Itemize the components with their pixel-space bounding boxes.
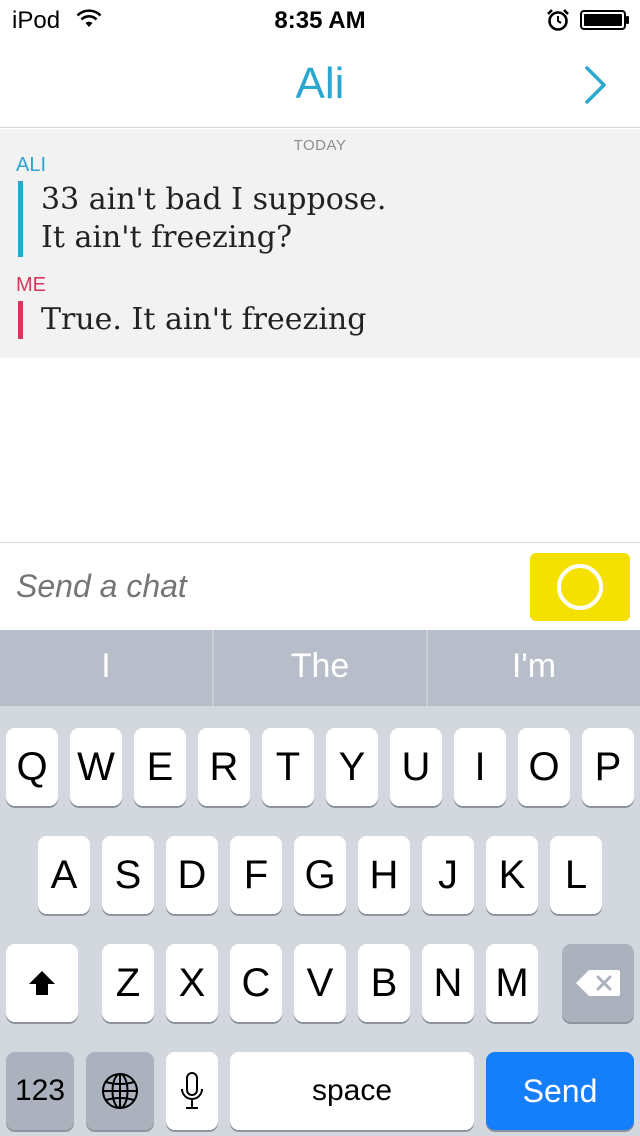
- key-x[interactable]: X: [166, 944, 218, 1022]
- key-j[interactable]: J: [422, 836, 474, 914]
- suggestion-3[interactable]: I'm: [426, 630, 640, 706]
- space-key[interactable]: space: [230, 1052, 474, 1130]
- message-line: It ain't freezing?: [41, 220, 293, 255]
- globe-key[interactable]: [86, 1052, 154, 1130]
- key-m[interactable]: M: [486, 944, 538, 1022]
- globe-icon: [102, 1073, 138, 1109]
- microphone-icon: [181, 1072, 203, 1109]
- message-from-ali[interactable]: 33 ain't bad I suppose. It ain't freezin…: [18, 181, 618, 257]
- key-d[interactable]: D: [166, 836, 218, 914]
- chevron-right-icon[interactable]: [582, 64, 610, 106]
- key-h[interactable]: H: [358, 836, 410, 914]
- key-s[interactable]: S: [102, 836, 154, 914]
- numbers-key[interactable]: 123: [6, 1052, 74, 1130]
- shift-icon: [29, 971, 55, 995]
- delete-key[interactable]: [562, 944, 634, 1022]
- composer-bar: [0, 542, 640, 630]
- key-y[interactable]: Y: [326, 728, 378, 806]
- message-from-me[interactable]: True. It ain't freezing: [18, 301, 618, 339]
- sender-label-ali: ALI: [16, 154, 47, 176]
- key-w[interactable]: W: [70, 728, 122, 806]
- key-f[interactable]: F: [230, 836, 282, 914]
- key-e[interactable]: E: [134, 728, 186, 806]
- key-k[interactable]: K: [486, 836, 538, 914]
- camera-circle-icon: [557, 564, 603, 610]
- camera-button[interactable]: [530, 553, 630, 621]
- key-c[interactable]: C: [230, 944, 282, 1022]
- chat-area: TODAY ALI 33 ain't bad I suppose. It ain…: [0, 129, 640, 358]
- key-l[interactable]: L: [550, 836, 602, 914]
- clock: 8:35 AM: [274, 7, 366, 34]
- nav-bar: Ali: [0, 40, 640, 128]
- key-t[interactable]: T: [262, 728, 314, 806]
- empty-chat-space: [0, 358, 640, 542]
- key-r[interactable]: R: [198, 728, 250, 806]
- key-u[interactable]: U: [390, 728, 442, 806]
- status-bar: iPod 8:35 AM: [0, 0, 640, 40]
- battery-icon: [580, 10, 629, 30]
- suggestion-2[interactable]: The: [212, 630, 426, 706]
- conversation-title[interactable]: Ali: [0, 58, 640, 110]
- key-q[interactable]: Q: [6, 728, 58, 806]
- alarm-icon: [547, 9, 569, 31]
- key-p[interactable]: P: [582, 728, 634, 806]
- send-key[interactable]: Send: [486, 1052, 634, 1130]
- sender-label-me: ME: [16, 274, 46, 296]
- suggestion-1[interactable]: I: [0, 630, 212, 706]
- key-z[interactable]: Z: [102, 944, 154, 1022]
- shift-key[interactable]: [6, 944, 78, 1022]
- backspace-icon: [576, 970, 620, 996]
- message-line: 33 ain't bad I suppose.: [41, 182, 387, 217]
- chat-input[interactable]: [16, 561, 506, 611]
- key-o[interactable]: O: [518, 728, 570, 806]
- key-n[interactable]: N: [422, 944, 474, 1022]
- key-i[interactable]: I: [454, 728, 506, 806]
- key-v[interactable]: V: [294, 944, 346, 1022]
- keyboard: Q W E R T Y U I O P A S D F G H J K L Z …: [0, 706, 640, 1136]
- predictive-text-bar: I The I'm: [0, 630, 640, 706]
- key-g[interactable]: G: [294, 836, 346, 914]
- key-b[interactable]: B: [358, 944, 410, 1022]
- message-line: True. It ain't freezing: [41, 302, 367, 337]
- key-a[interactable]: A: [38, 836, 90, 914]
- dictation-key[interactable]: [166, 1052, 218, 1130]
- date-label: TODAY: [293, 137, 347, 154]
